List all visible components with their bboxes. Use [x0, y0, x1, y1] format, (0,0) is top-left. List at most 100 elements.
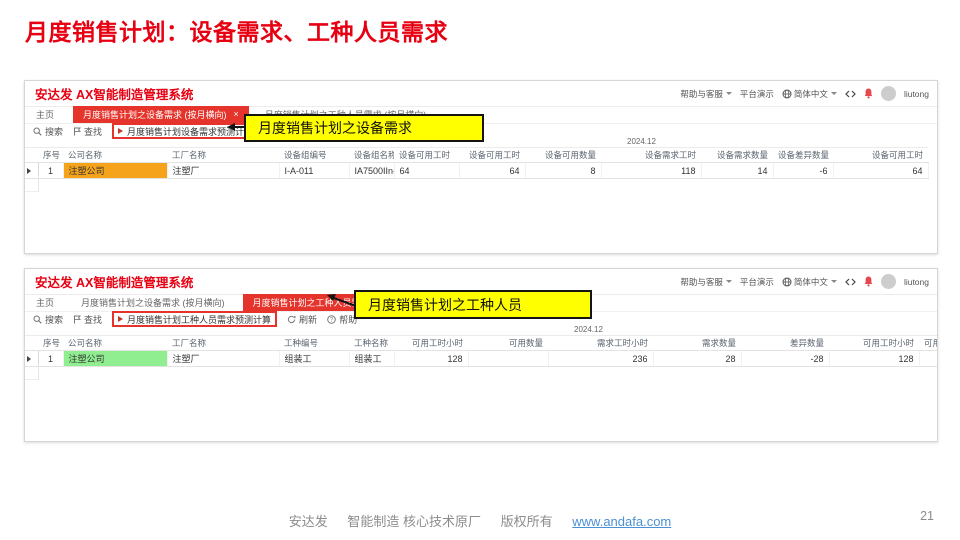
- find-button[interactable]: 查找: [73, 125, 102, 138]
- group-spacer: [25, 325, 548, 336]
- column-header: 工种编号: [279, 336, 349, 351]
- table-cell: 8: [525, 163, 601, 179]
- footer-tagline: 智能制造 核心技术原厂: [347, 514, 481, 529]
- column-header: 设备组名称: [349, 148, 394, 163]
- tab-home[interactable]: 主页: [25, 294, 65, 311]
- play-icon: [118, 128, 123, 134]
- annotation-callout: 月度销售计划之设备需求: [244, 114, 484, 142]
- empty-gutter-cell: [25, 364, 39, 380]
- notification-bell-icon[interactable]: [864, 276, 873, 287]
- table-cell: 64: [833, 163, 928, 179]
- flag-icon: [73, 127, 81, 136]
- column-header: 设备需求工时: [601, 148, 701, 163]
- data-table: 2024.12序号公司名称工厂名称设备组编号设备组名称设备可用工时设备可用工时设…: [25, 137, 929, 179]
- tab-home[interactable]: 主页: [25, 106, 65, 123]
- tab-equipment-demand[interactable]: 月度销售计划之设备需求 (按月横向): [71, 294, 235, 311]
- help-menu[interactable]: 帮助与客服: [680, 88, 732, 100]
- table-cell: 1: [38, 351, 63, 367]
- platform-demo-link[interactable]: 平台演示: [740, 88, 774, 100]
- table-cell: 1: [38, 163, 63, 179]
- header-utilities: 帮助与客服 平台演示 简体中文 liutong: [680, 274, 929, 289]
- fullscreen-icon[interactable]: [845, 89, 856, 99]
- search-button[interactable]: 搜索: [33, 313, 63, 326]
- month-group-label: 2024.12: [548, 325, 937, 336]
- language-menu[interactable]: 简体中文: [782, 276, 837, 288]
- help-menu[interactable]: 帮助与客服: [680, 276, 732, 288]
- table-cell: 注塑公司: [63, 351, 167, 367]
- refresh-button[interactable]: 刷新: [287, 313, 317, 326]
- table-cell: 128: [394, 351, 468, 367]
- table-cell: 组装工: [279, 351, 349, 367]
- table-cell: 14: [701, 163, 773, 179]
- username: liutong: [904, 89, 929, 99]
- column-header: 需求工时小时: [548, 336, 653, 351]
- table-cell: 注塑厂: [167, 163, 279, 179]
- column-header: 公司名称: [63, 336, 167, 351]
- search-button[interactable]: 搜索: [33, 125, 63, 138]
- column-header: 工厂名称: [167, 148, 279, 163]
- app-window-equipment-demand: 安达发 AX智能制造管理系统 帮助与客服 平台演示 简体中文 liutong 主…: [24, 80, 938, 254]
- data-grid: 2024.12 序号公司名称工厂名称工种编号工种名称可用工时小时可用数量需求工时小…: [25, 325, 937, 440]
- language-menu[interactable]: 简体中文: [782, 88, 837, 100]
- slide-title: 月度销售计划：设备需求、工种人员需求: [25, 13, 448, 47]
- notification-bell-icon[interactable]: [864, 88, 873, 99]
- app-title: 安达发 AX智能制造管理系统: [35, 272, 193, 291]
- chevron-down-icon: [726, 92, 732, 95]
- flag-icon: [73, 315, 81, 324]
- find-button[interactable]: 查找: [73, 313, 102, 326]
- user-avatar[interactable]: [881, 86, 896, 101]
- table-cell: [468, 351, 548, 367]
- column-header: 工种名称: [349, 336, 394, 351]
- column-header: 公司名称: [63, 148, 167, 163]
- row-gutter-header: [25, 148, 38, 163]
- chevron-down-icon: [831, 280, 837, 283]
- table-cell: -28: [741, 351, 829, 367]
- table-cell: 注塑厂: [167, 351, 279, 367]
- fullscreen-icon[interactable]: [845, 277, 856, 287]
- row-marker-icon: [27, 356, 31, 362]
- column-header: 设备可用数量: [525, 148, 601, 163]
- presentation-slide: { "slide": { "title": "月度销售计划：设备需求、工种人员需…: [0, 0, 960, 540]
- column-header: 设备可用工时: [833, 148, 928, 163]
- globe-icon: [782, 277, 792, 287]
- play-icon: [118, 316, 123, 322]
- globe-icon: [782, 89, 792, 99]
- table-cell: 注塑公司: [63, 163, 167, 179]
- row-marker-icon: [27, 168, 31, 174]
- chevron-down-icon: [726, 280, 732, 283]
- table-cell: IA7500IIn-J: [349, 163, 394, 179]
- table-cell: 128: [829, 351, 919, 367]
- table-cell: I-A-011: [279, 163, 349, 179]
- help-button[interactable]: ? 帮助: [327, 313, 357, 326]
- column-header: 工厂名称: [167, 336, 279, 351]
- data-table: 2024.12 序号公司名称工厂名称工种编号工种名称可用工时小时可用数量需求工时小…: [25, 325, 937, 367]
- tab-equipment-demand[interactable]: 月度销售计划之设备需求 (按月横向) ×: [73, 106, 249, 123]
- column-header: 设备组编号: [279, 148, 349, 163]
- empty-gutter-cell: [25, 176, 39, 192]
- table-cell: -6: [773, 163, 833, 179]
- column-header: 设备差异数量: [773, 148, 833, 163]
- table-cell: 组装工: [349, 351, 394, 367]
- search-icon: [33, 315, 42, 324]
- table-row: 1注塑公司注塑厂组装工组装工12823628-28128: [25, 351, 937, 367]
- app-header: 安达发 AX智能制造管理系统 帮助与客服 平台演示 简体中文 liutong: [25, 81, 937, 107]
- data-grid: 2024.12序号公司名称工厂名称设备组编号设备组名称设备可用工时设备可用工时设…: [25, 137, 937, 252]
- page-number: 21: [920, 509, 934, 523]
- footer-rights: 版权所有: [501, 514, 553, 529]
- column-header: 序号: [38, 336, 63, 351]
- table-cell: 236: [548, 351, 653, 367]
- column-header: 可用数量: [468, 336, 548, 351]
- platform-demo-link[interactable]: 平台演示: [740, 276, 774, 288]
- table-cell: 64: [394, 163, 459, 179]
- chevron-down-icon: [831, 92, 837, 95]
- close-icon[interactable]: ×: [234, 110, 239, 119]
- column-header: 设备可用工时: [459, 148, 525, 163]
- table-row: 1注塑公司注塑厂I-A-011IA7500IIn-J6464811814-664: [25, 163, 928, 179]
- table-cell: 64: [459, 163, 525, 179]
- month-group-label: 2024.12: [601, 137, 928, 148]
- table-cell: [919, 351, 937, 367]
- user-avatar[interactable]: [881, 274, 896, 289]
- search-icon: [33, 127, 42, 136]
- footer-link[interactable]: www.andafa.com: [572, 514, 671, 529]
- column-header: 可用工时小时: [394, 336, 468, 351]
